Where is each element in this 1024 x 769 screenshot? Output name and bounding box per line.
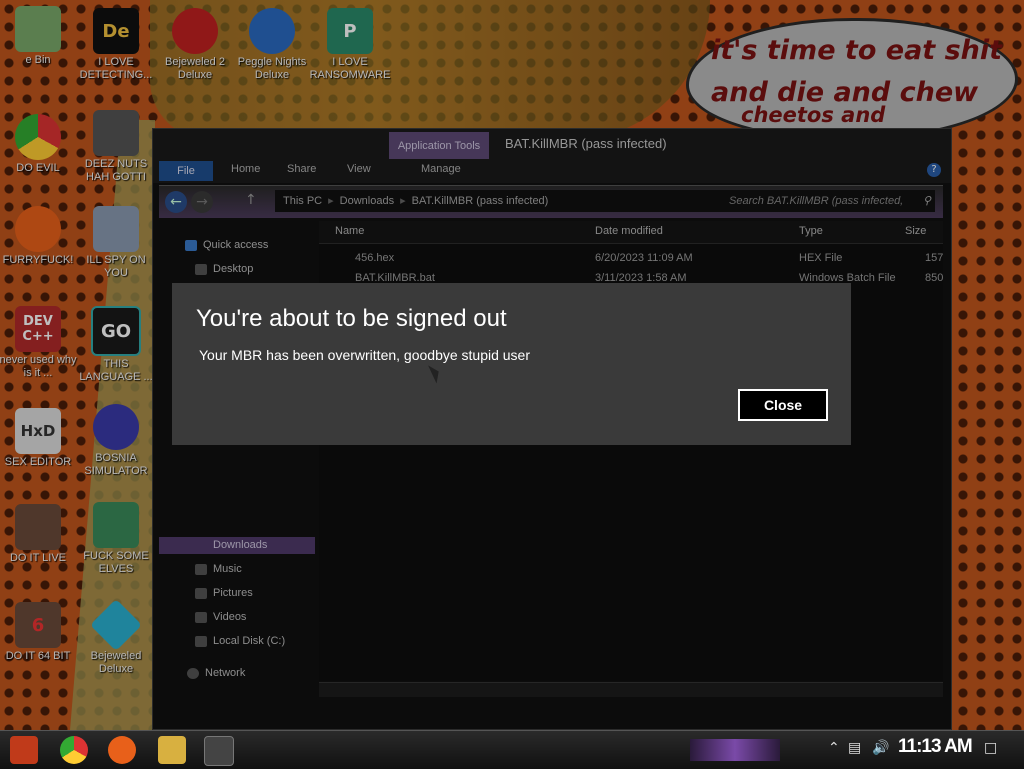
clock[interactable]: 11:13 AM [898,736,973,758]
dialog-title: You're about to be signed out [196,305,507,332]
running-app-icon[interactable] [204,736,234,766]
network-icon[interactable]: ▤ [848,740,861,756]
signout-dialog: You're about to be signed out Your MBR h… [172,283,851,445]
volume-icon[interactable]: 🔊 [872,740,889,756]
file-explorer-icon[interactable] [158,736,186,764]
taskbar-decoration [690,739,780,761]
taskbar: ⌃ ▤ 🔊 11:13 AM □ [0,730,1024,769]
start-button-icon[interactable] [10,736,38,764]
firefox-icon[interactable] [108,736,136,764]
notification-icon[interactable]: □ [984,740,997,756]
close-button[interactable]: Close [738,389,828,421]
chevron-up-icon[interactable]: ⌃ [828,740,840,756]
chrome-icon[interactable] [60,736,88,764]
dialog-message: Your MBR has been overwritten, goodbye s… [199,347,531,363]
